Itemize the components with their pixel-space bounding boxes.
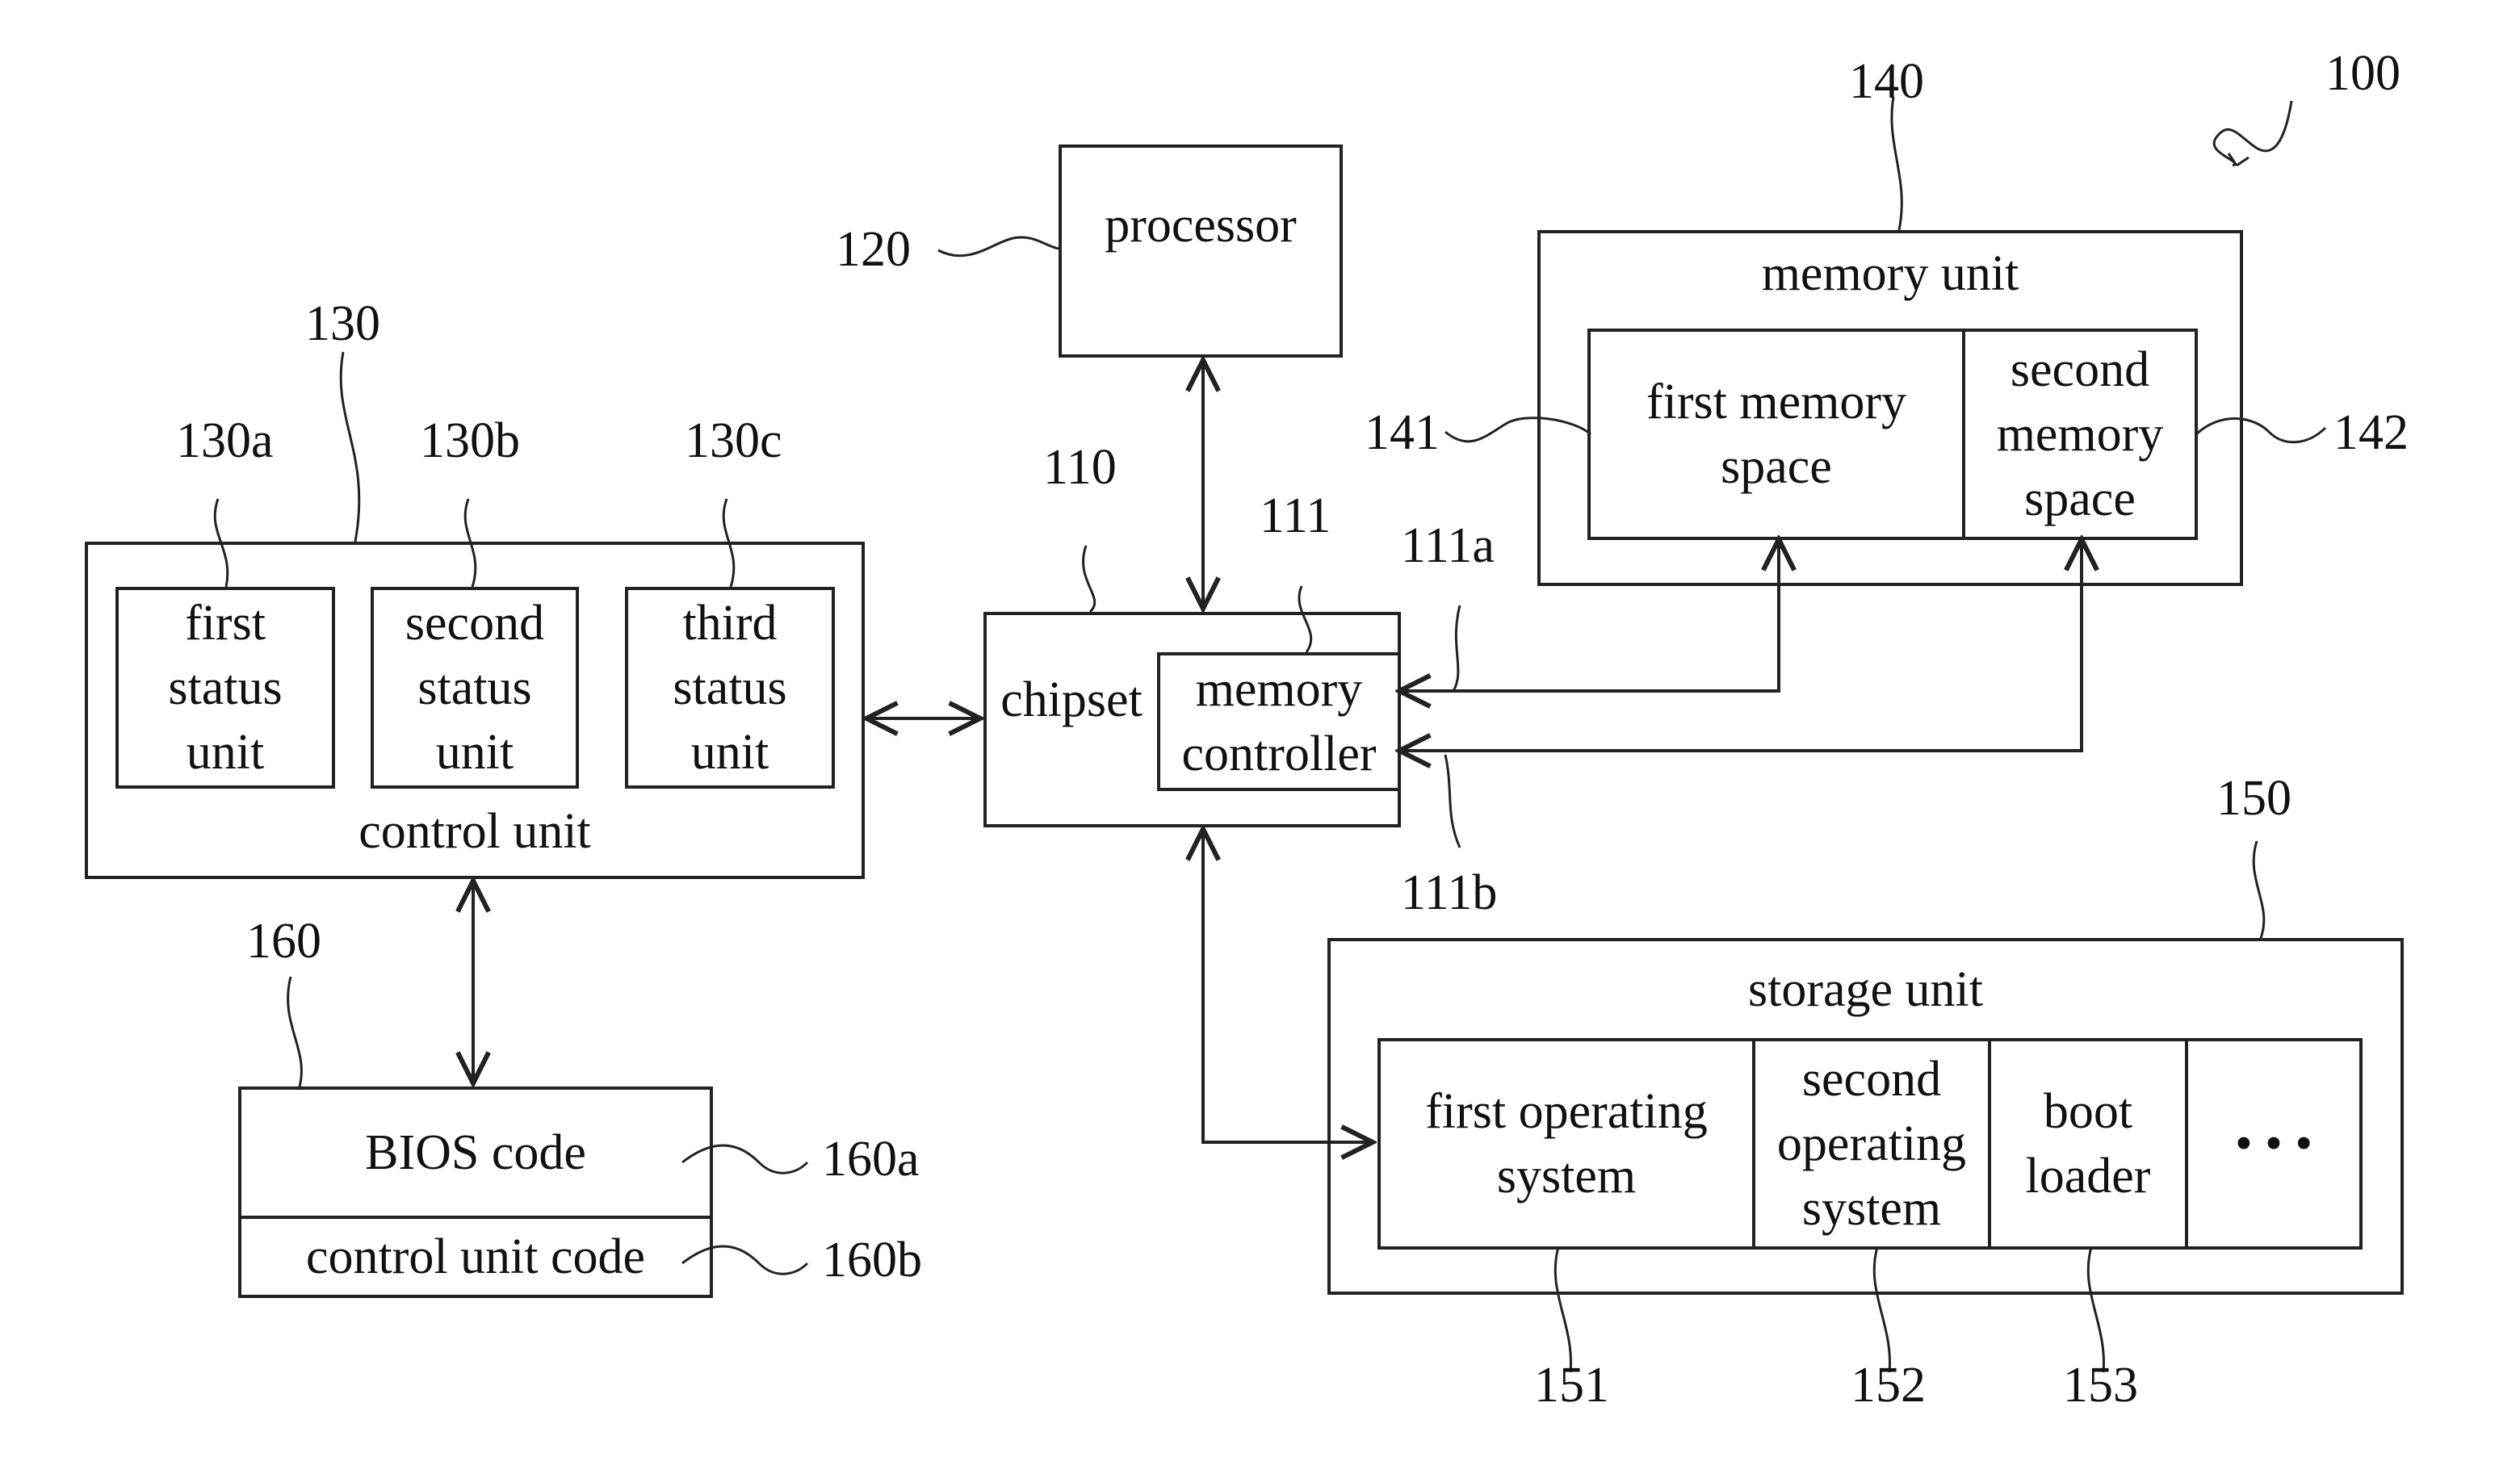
ellipsis-icon: • • • [2234,1116,2313,1171]
ref-150: 150 [2216,771,2291,826]
status-unit-line: status [673,660,787,715]
bios-chip-block: BIOS code control unit code [238,1087,713,1298]
leader-100 [2212,100,2293,167]
leader-150 [2252,840,2266,939]
status-unit-third: third status unit [625,587,835,789]
more-items-ellipsis: • • • [2185,1038,2363,1250]
storage-item-line: system [1496,1149,1637,1204]
ref-152: 152 [1851,1358,1926,1413]
status-unit-line: unit [435,725,514,780]
storage-item-line: operating [1776,1116,1967,1171]
ref-111b: 111b [1401,865,1498,920]
leader-120 [937,236,1059,257]
status-unit-line: unit [186,725,265,780]
ref-130b: 130b [420,413,520,468]
control-unit-block: first status unit second status unit thi… [85,542,865,879]
leader-111a [1452,605,1461,692]
boot-loader: boot loader [1988,1038,2188,1250]
storage-unit-block: storage unit first operating system seco… [1327,938,2404,1295]
storage-unit-label: storage unit [1748,962,1983,1017]
leader-111b [1444,754,1461,848]
bios-code-section: BIOS code [241,1090,710,1219]
memory-unit-label: memory unit [1761,246,2019,301]
status-unit-line: first [185,596,266,651]
processor-label: processor [1105,198,1297,253]
ref-141: 141 [1365,405,1440,460]
memory-space-line: space [2024,471,2136,526]
status-unit-first: first status unit [115,587,335,789]
second-operating-system: second operating system [1752,1038,1991,1250]
memory-controller-block: memory controller [1157,652,1401,791]
second-memory-space: second memory space [1962,329,2198,540]
ref-130a: 130a [176,413,274,468]
storage-item-line: second [1801,1052,1942,1107]
ref-111a: 111a [1401,518,1495,573]
storage-item-line: first operating [1425,1084,1708,1139]
ref-111: 111 [1260,488,1331,543]
ref-160b: 160b [822,1233,922,1287]
leader-130 [339,351,361,542]
control-unit-code-section: control unit code [305,1229,646,1284]
status-unit-line: third [682,596,778,651]
ref-160: 160 [246,914,321,969]
storage-item-line: boot [2043,1084,2133,1139]
memory-space-line: first memory [1646,375,1906,429]
leader-160 [287,976,303,1091]
control-unit-label: control unit [359,804,591,859]
memory-controller-line: controller [1181,726,1377,781]
memory-space-line: second [2010,342,2150,397]
ref-140: 140 [1849,54,1924,109]
memory-space-line: memory [1996,407,2164,462]
ref-110: 110 [1043,440,1117,495]
first-memory-space: first memory space [1587,329,1965,540]
memory-unit-block: memory unit first memory space second me… [1537,230,2243,586]
status-unit-second: second status unit [371,587,579,789]
status-unit-line: second [405,596,545,651]
storage-item-line: system [1801,1181,1942,1236]
ref-160a: 160a [822,1132,920,1187]
ref-130c: 130c [685,413,782,468]
ref-100: 100 [2325,46,2400,101]
chipset-block: chipset memory controller [983,612,1401,827]
chipset-label: chipset [1000,672,1143,727]
ref-142: 142 [2333,405,2409,460]
status-unit-line: unit [690,725,769,780]
ref-130: 130 [305,296,380,351]
processor-block: processor [1059,144,1343,358]
first-operating-system: first operating system [1377,1038,1755,1250]
ref-153: 153 [2063,1358,2138,1413]
memory-space-line: space [1721,439,1832,494]
leader-140 [1890,96,1903,231]
ref-151: 151 [1534,1358,1609,1413]
memory-controller-line: memory [1195,662,1363,717]
status-unit-line: status [168,660,283,715]
status-unit-line: status [417,660,532,715]
storage-item-line: loader [2025,1149,2151,1204]
ref-120: 120 [836,222,911,277]
leader-110 [1082,545,1096,613]
